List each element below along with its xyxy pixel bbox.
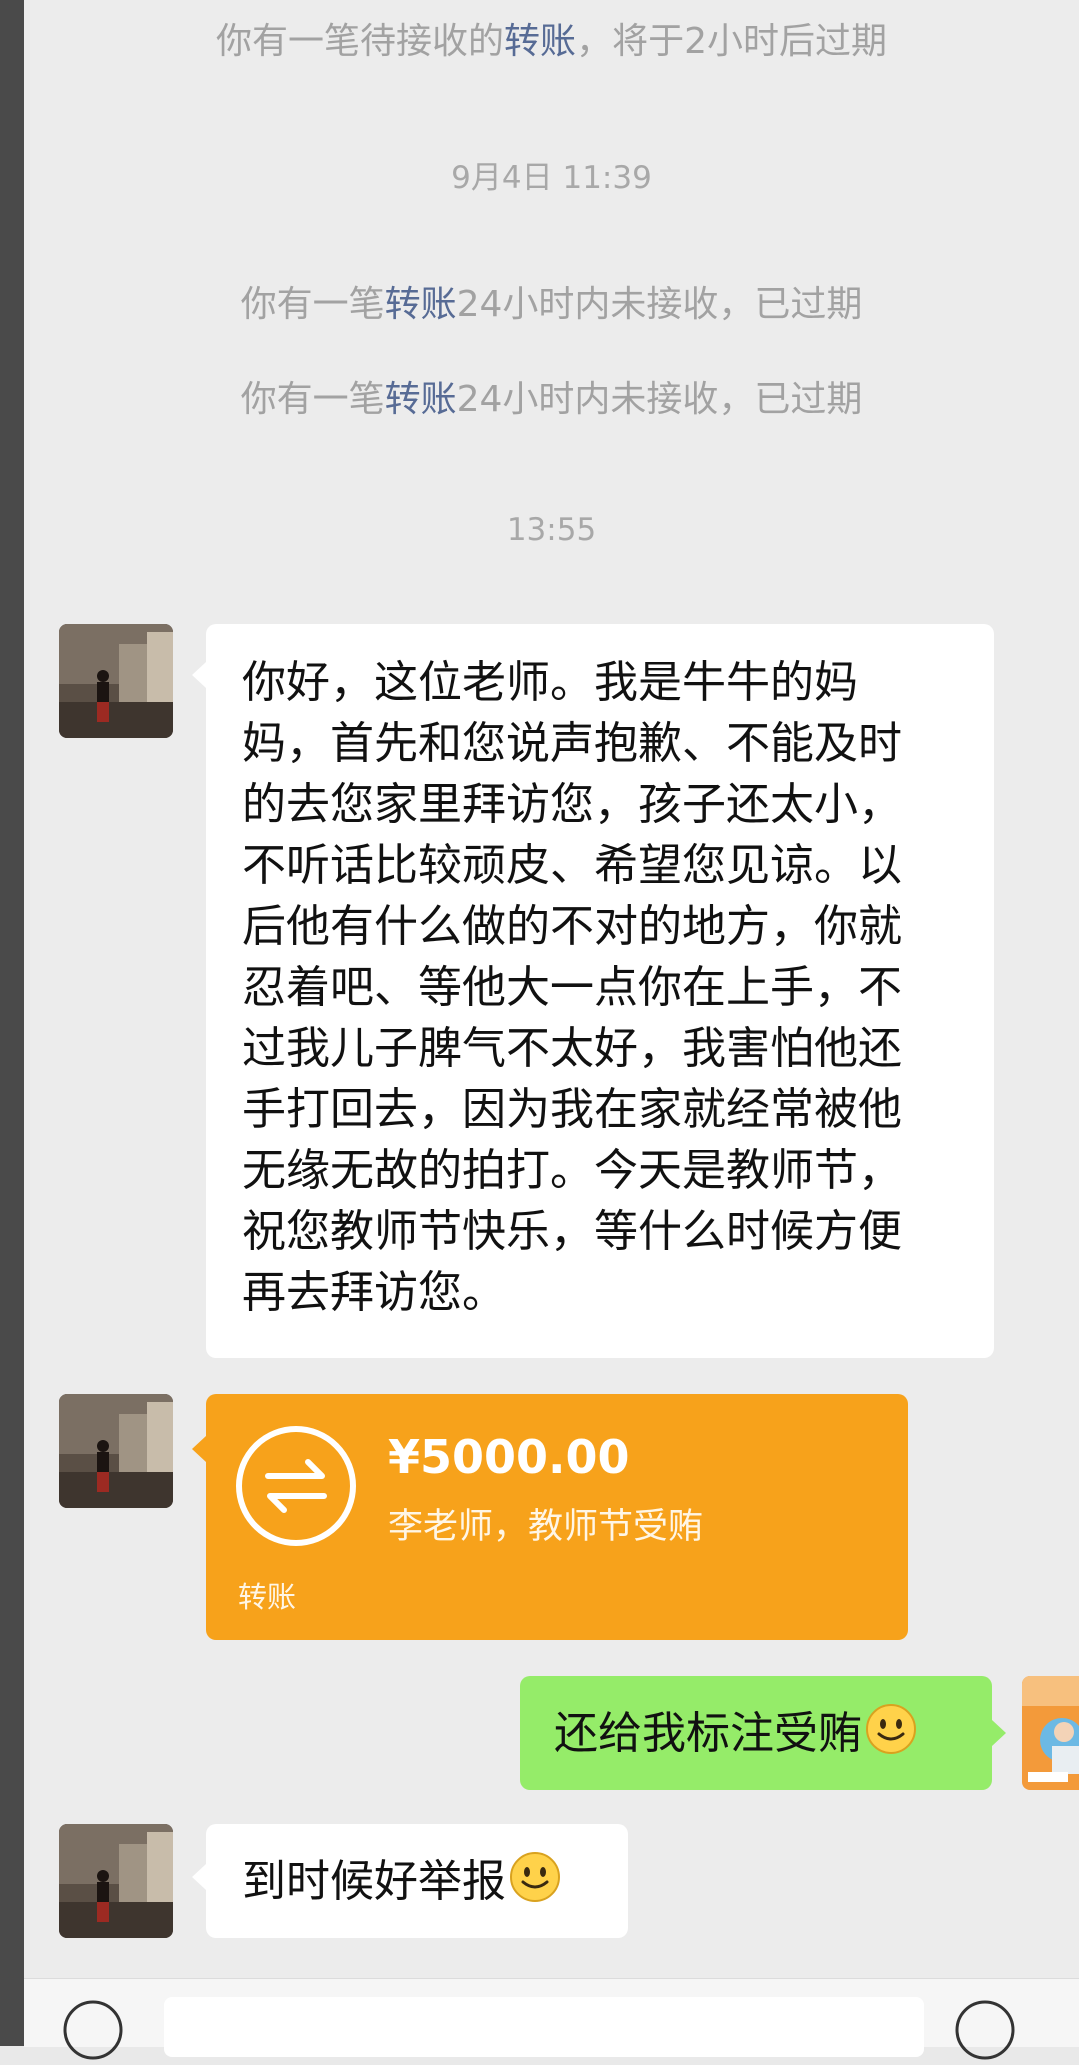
system-message-expired: 你有一笔转账24小时内未接收，已过期 xyxy=(24,370,1079,422)
contact-avatar[interactable] xyxy=(59,624,173,738)
transfer-divider xyxy=(234,1574,880,1575)
bubble-tail xyxy=(192,662,206,688)
system-message-pending-transfer: 你有一笔待接收的转账，将于2小时后过期 xyxy=(24,12,1079,64)
system-text: 你有一笔 xyxy=(240,284,385,325)
bubble-tail xyxy=(192,1864,206,1890)
system-text: 你有一笔 xyxy=(240,379,385,420)
transfer-link[interactable]: 转账 xyxy=(385,379,457,420)
transfer-label: 转账 xyxy=(238,1580,297,1614)
message-text: 到时候好举报 xyxy=(242,1850,562,1920)
contact-avatar[interactable] xyxy=(59,1394,173,1508)
bubble-tail xyxy=(192,1436,206,1462)
bubble-tail xyxy=(992,1720,1006,1746)
system-text: ，将于2小时后过期 xyxy=(576,21,887,62)
message-line: 不听话比较顽皮、希望您见谅。以 xyxy=(242,840,902,891)
system-text: 24小时内未接收，已过期 xyxy=(456,379,863,420)
message-line: 还给我标注受贿 xyxy=(554,1708,862,1759)
transfer-arrows-icon xyxy=(234,1424,358,1548)
input-bar xyxy=(24,1978,1079,2060)
message-line: 手打回去，因为我在家就经常被他 xyxy=(242,1084,902,1135)
message-text: 你好，这位老师。我是牛牛的妈 妈，首先和您说声抱歉、不能及时 的去您家里拜访您，… xyxy=(242,652,902,1323)
message-line: 忍着吧、等他大一点你在上手，不 xyxy=(242,962,902,1013)
transfer-amount: ¥5000.00 xyxy=(388,1430,630,1484)
timestamp: 13:55 xyxy=(506,512,597,548)
message-line: 祝您教师节快乐，等什么时候方便 xyxy=(242,1206,902,1257)
message-line: 无缘无故的拍打。今天是教师节， xyxy=(242,1145,902,1196)
contact-avatar[interactable] xyxy=(59,1824,173,1938)
emoji-button-icon[interactable] xyxy=(954,1999,1016,2061)
system-message-expired: 你有一笔转账24小时内未接收，已过期 xyxy=(24,275,1079,327)
message-bubble-incoming[interactable]: 到时候好举报 xyxy=(206,1824,628,1938)
message-line: 的去您家里拜访您，孩子还太小， xyxy=(242,779,902,830)
transfer-note: 李老师，教师节受贿 xyxy=(388,1507,704,1547)
smile-emoji-icon xyxy=(864,1702,918,1772)
voice-icon[interactable] xyxy=(62,1999,124,2061)
self-avatar[interactable] xyxy=(1022,1676,1079,1790)
smile-emoji-icon xyxy=(508,1850,562,1920)
message-line: 后他有什么做的不对的地方，你就 xyxy=(242,901,902,952)
message-line: 再去拜访您。 xyxy=(242,1267,506,1318)
message-line: 你好，这位老师。我是牛牛的妈 xyxy=(242,657,858,708)
message-bubble-outgoing[interactable]: 还给我标注受贿 xyxy=(520,1676,992,1790)
message-text: 还给我标注受贿 xyxy=(554,1702,918,1772)
transfer-link[interactable]: 转账 xyxy=(504,21,576,62)
timestamp: 9月4日 11:39 xyxy=(451,160,652,196)
message-bubble-incoming[interactable]: 你好，这位老师。我是牛牛的妈 妈，首先和您说声抱歉、不能及时 的去您家里拜访您，… xyxy=(206,624,994,1358)
message-line: 妈，首先和您说声抱歉、不能及时 xyxy=(242,718,902,769)
transfer-link[interactable]: 转账 xyxy=(385,284,457,325)
left-edge-strip xyxy=(0,0,24,2046)
message-input[interactable] xyxy=(164,1997,924,2057)
system-text: 你有一笔待接收的 xyxy=(216,21,505,62)
system-text: 24小时内未接收，已过期 xyxy=(456,284,863,325)
message-line: 到时候好举报 xyxy=(242,1856,506,1907)
transfer-card[interactable]: ¥5000.00 李老师，教师节受贿 转账 xyxy=(206,1394,908,1640)
message-line: 过我儿子脾气不太好，我害怕他还 xyxy=(242,1023,902,1074)
